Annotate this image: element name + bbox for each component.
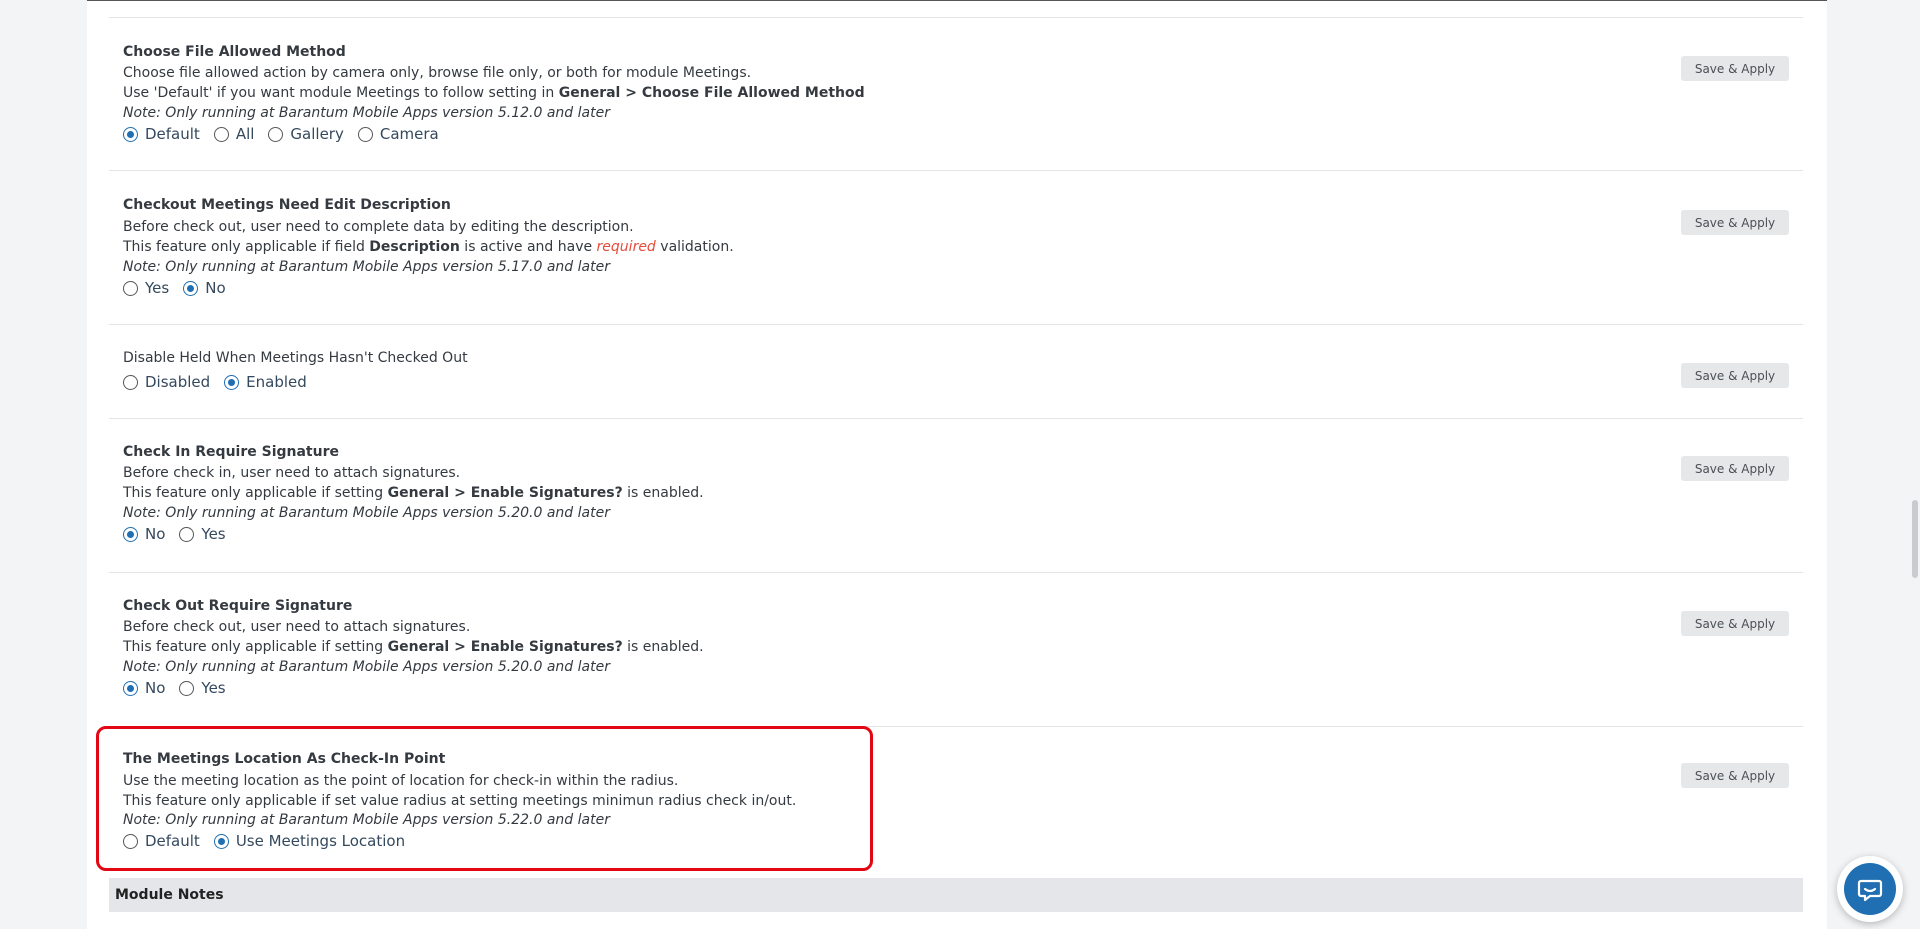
radio-unselected-icon xyxy=(268,126,284,142)
radio-selected-icon xyxy=(123,680,138,696)
setting-note: Note: Only running at Barantum Mobile Ap… xyxy=(123,659,610,675)
radio-group: Yes No xyxy=(123,279,240,297)
radio-enabled[interactable]: Enabled xyxy=(224,373,307,391)
radio-unselected-icon xyxy=(357,126,373,142)
setting-checkout-edit-description: Checkout Meetings Need Edit Description … xyxy=(109,170,1803,324)
radio-group: Default All Gallery Camera xyxy=(123,125,453,143)
save-apply-button[interactable]: Save & Apply xyxy=(1681,456,1789,481)
setting-note: Note: Only running at Barantum Mobile Ap… xyxy=(123,812,610,828)
radio-unselected-icon xyxy=(123,374,138,390)
radio-selected-icon xyxy=(213,833,229,849)
radio-no[interactable]: No xyxy=(123,679,165,697)
setting-check-out-require-signature: Check Out Require Signature Before check… xyxy=(109,572,1803,726)
setting-description: Before check in, user need to attach sig… xyxy=(123,465,461,481)
setting-description-2: This feature only applicable if setting … xyxy=(123,639,704,655)
radio-unselected-icon xyxy=(179,680,195,696)
setting-description: Before check out, user need to complete … xyxy=(123,219,634,235)
setting-description-2: This feature only applicable if set valu… xyxy=(123,793,797,809)
radio-use-meetings-location[interactable]: Use Meetings Location xyxy=(213,832,405,850)
section-header-module-notes: Module Notes xyxy=(109,878,1803,912)
setting-note: Note: Only running at Barantum Mobile Ap… xyxy=(123,259,610,275)
setting-description-2: This feature only applicable if field De… xyxy=(123,239,734,255)
setting-note: Note: Only running at Barantum Mobile Ap… xyxy=(123,105,610,121)
setting-title: Choose File Allowed Method xyxy=(123,44,346,60)
radio-unselected-icon xyxy=(179,526,195,542)
radio-default[interactable]: Default xyxy=(123,125,200,143)
radio-group: No Yes xyxy=(123,679,240,697)
radio-group: Disabled Enabled xyxy=(123,373,321,391)
setting-disable-held: Disable Held When Meetings Hasn't Checke… xyxy=(109,324,1803,418)
radio-selected-icon xyxy=(123,526,138,542)
setting-description: Before check out, user need to attach si… xyxy=(123,619,471,635)
radio-selected-icon xyxy=(224,374,240,390)
radio-gallery[interactable]: Gallery xyxy=(268,125,344,143)
radio-all[interactable]: All xyxy=(213,125,254,143)
setting-check-in-require-signature: Check In Require Signature Before check … xyxy=(109,418,1803,572)
setting-choose-file-allowed-method: Choose File Allowed Method Choose file a… xyxy=(109,17,1803,170)
setting-title: Check Out Require Signature xyxy=(123,598,353,614)
setting-title: Check In Require Signature xyxy=(123,444,339,460)
save-apply-button[interactable]: Save & Apply xyxy=(1681,611,1789,636)
radio-camera[interactable]: Camera xyxy=(357,125,439,143)
chat-support-button[interactable] xyxy=(1837,856,1903,922)
save-apply-button[interactable]: Save & Apply xyxy=(1681,363,1789,388)
save-apply-button[interactable]: Save & Apply xyxy=(1681,763,1789,788)
radio-group: Default Use Meetings Location xyxy=(123,832,419,850)
chat-support-icon xyxy=(1844,863,1896,915)
radio-unselected-icon xyxy=(123,280,138,296)
setting-description-2: This feature only applicable if setting … xyxy=(123,485,704,501)
radio-yes[interactable]: Yes xyxy=(179,525,226,543)
setting-title: The Meetings Location As Check-In Point xyxy=(123,751,446,767)
radio-group: No Yes xyxy=(123,525,240,543)
setting-description: Use the meeting location as the point of… xyxy=(123,773,679,789)
setting-description: Choose file allowed action by camera onl… xyxy=(123,65,752,81)
radio-unselected-icon xyxy=(213,126,229,142)
radio-no[interactable]: No xyxy=(183,279,226,297)
setting-meetings-location-check-in: The Meetings Location As Check-In Point … xyxy=(109,726,1803,876)
setting-title: Checkout Meetings Need Edit Description xyxy=(123,197,451,213)
section-title: Module Notes xyxy=(115,887,224,903)
save-apply-button[interactable]: Save & Apply xyxy=(1681,210,1789,235)
setting-note: Note: Only running at Barantum Mobile Ap… xyxy=(123,505,610,521)
radio-yes[interactable]: Yes xyxy=(123,279,169,297)
setting-description-2: Use 'Default' if you want module Meeting… xyxy=(123,85,865,101)
radio-selected-icon xyxy=(123,126,138,142)
radio-selected-icon xyxy=(183,280,199,296)
settings-panel: Choose File Allowed Method Choose file a… xyxy=(87,1,1827,929)
radio-disabled[interactable]: Disabled xyxy=(123,373,210,391)
setting-title: Disable Held When Meetings Hasn't Checke… xyxy=(123,350,468,366)
radio-default[interactable]: Default xyxy=(123,832,200,850)
radio-yes[interactable]: Yes xyxy=(179,679,226,697)
scrollbar-thumb[interactable] xyxy=(1912,500,1918,578)
save-apply-button[interactable]: Save & Apply xyxy=(1681,56,1789,81)
radio-unselected-icon xyxy=(123,833,138,849)
radio-no[interactable]: No xyxy=(123,525,165,543)
